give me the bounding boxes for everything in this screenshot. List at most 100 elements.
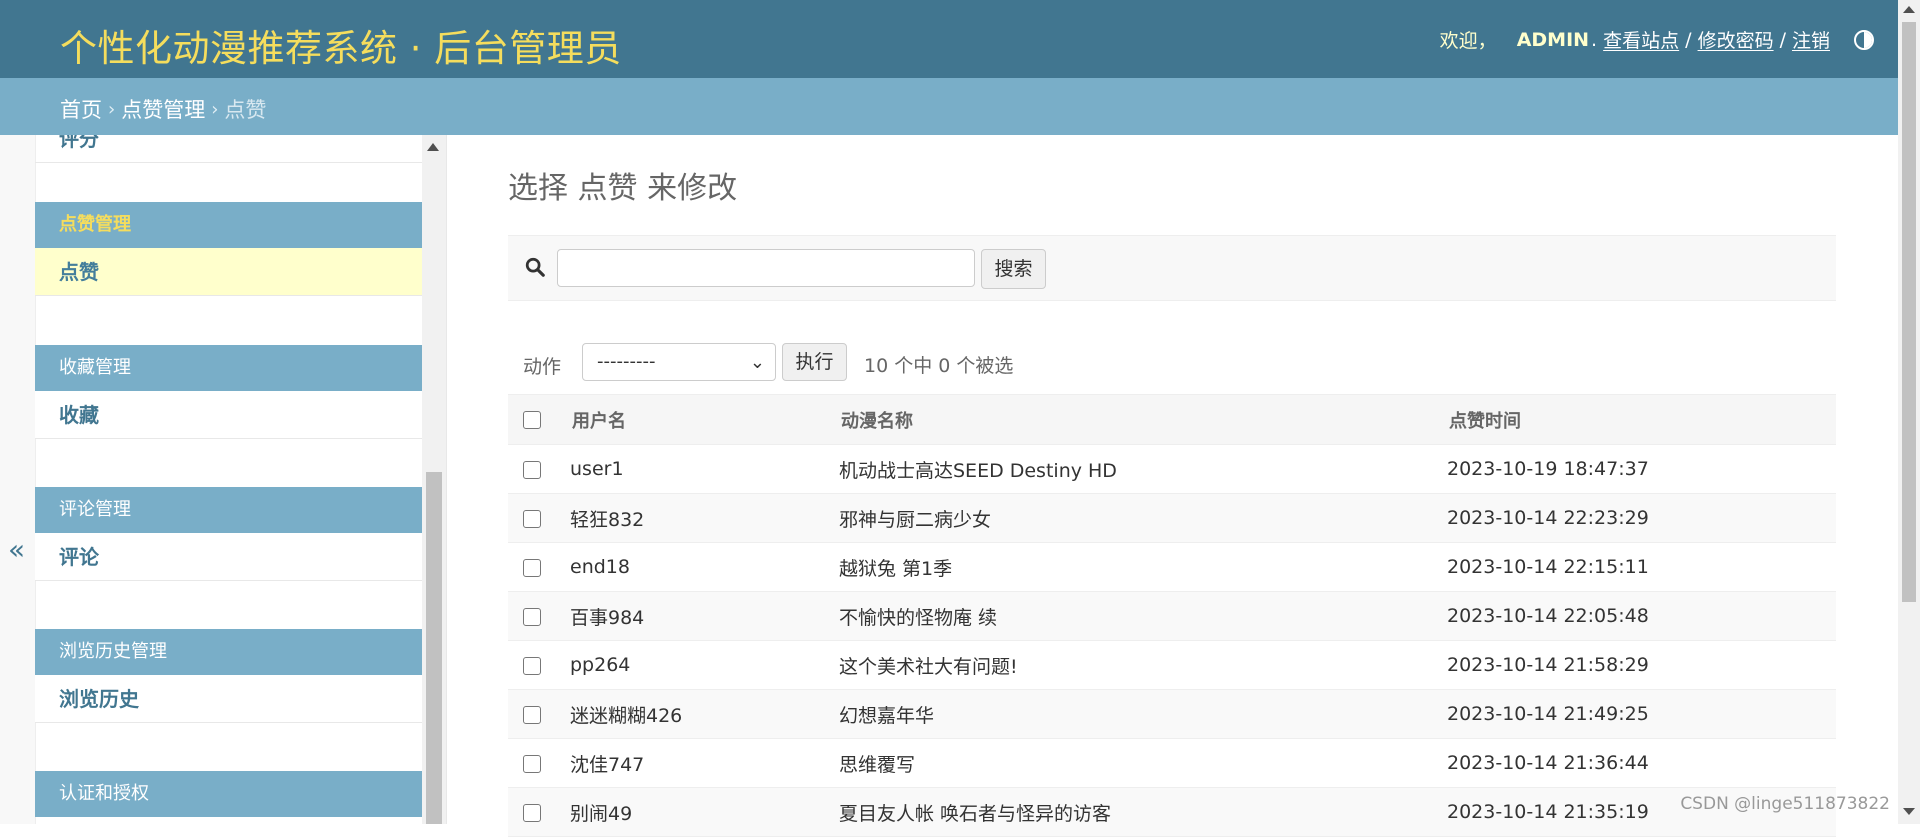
selection-counter: 10 个中 0 个被选 [864,355,1014,377]
cell-time: 2023-10-19 18:47:37 [1447,444,1836,494]
action-select[interactable]: --------- ⌄ [582,343,776,381]
module-caption-likes[interactable]: 点赞管理 [35,202,422,248]
page-scrollbar-thumb[interactable] [1902,22,1916,602]
module-caption-favorites[interactable]: 收藏管理 [35,345,422,391]
result-list: 用户名 动漫名称 点赞时间 user1 机动战士高达SEED Destiny H… [508,394,1836,837]
row-select-cell [508,738,570,788]
cell-time: 2023-10-14 22:15:11 [1447,542,1836,592]
cell-time: 2023-10-14 21:49:25 [1447,689,1836,739]
row-checkbox[interactable] [523,509,541,528]
module-caption-comments[interactable]: 评论管理 [35,487,422,533]
column-header-time[interactable]: 点赞时间 [1447,394,1836,445]
main-content: 选择 点赞 来修改 搜索 动作 --------- ⌄ 执行 10 个中 0 个… [508,135,1836,837]
row-checkbox[interactable] [523,803,541,822]
cell-user[interactable]: 轻狂832 [570,493,839,543]
scroll-up-arrow-icon[interactable] [1903,6,1915,13]
scroll-up-arrow-icon[interactable] [427,143,439,151]
change-password-link[interactable]: 修改密码 [1698,26,1774,53]
sidebar-item-favorites[interactable]: 收藏 [35,391,422,439]
row-select-cell [508,444,570,494]
go-button[interactable]: 执行 [782,343,847,381]
cell-user[interactable]: user1 [570,444,839,494]
cell-anime: 不愉快的怪物庵 续 [839,591,1447,641]
sidebar-scrollbar-thumb[interactable] [426,472,442,824]
sidebar-item-likes[interactable]: 点赞 [35,248,422,296]
sidebar-collapse-toggle[interactable]: « [0,135,36,824]
sidebar-item-comments[interactable]: 评论 [35,533,422,581]
page-scrollbar[interactable] [1898,0,1920,824]
table-row: 百事984 不愉快的怪物庵 续 2023-10-14 22:05:48 [508,591,1836,641]
row-select-cell [508,542,570,592]
row-checkbox[interactable] [523,558,541,577]
double-chevron-left-icon[interactable]: « [8,533,25,566]
cell-time: 2023-10-14 22:05:48 [1447,591,1836,641]
cell-user[interactable]: pp264 [570,640,839,690]
row-select-cell [508,493,570,543]
module-favorites: 收藏管理 收藏 [35,345,422,439]
table-row: end18 越狱兔 第1季 2023-10-14 22:15:11 [508,542,1836,592]
table-header-row: 用户名 动漫名称 点赞时间 [508,394,1836,445]
username: ADMIN [1516,28,1590,51]
logout-link[interactable]: 注销 [1792,26,1830,53]
breadcrumb-separator: › [211,98,219,120]
cell-anime: 幻想嘉年华 [839,689,1447,739]
module-comments: 评论管理 评论 [35,487,422,581]
results-table: 用户名 动漫名称 点赞时间 user1 机动战士高达SEED Destiny H… [508,394,1836,837]
breadcrumb-app[interactable]: 点赞管理 [121,94,205,124]
cell-time: 2023-10-14 21:36:44 [1447,738,1836,788]
cell-anime: 越狱兔 第1季 [839,542,1447,592]
module-auth: 认证和授权 [35,771,422,817]
actions-bar: 动作 --------- ⌄ 执行 10 个中 0 个被选 [508,343,1836,383]
column-header-anime[interactable]: 动漫名称 [839,394,1447,445]
select-all-checkbox[interactable] [523,411,541,429]
row-select-cell [508,689,570,739]
welcome-text: 欢迎， [1439,30,1497,52]
cell-user[interactable]: end18 [570,542,839,592]
cell-user[interactable]: 沈佳747 [570,738,839,788]
cell-anime: 机动战士高达SEED Destiny HD [839,444,1447,494]
row-select-cell [508,640,570,690]
cell-anime: 思维覆写 [839,738,1447,788]
cell-anime: 夏目友人帐 唤石者与怪异的访客 [839,787,1447,837]
row-checkbox[interactable] [523,656,541,675]
row-checkbox[interactable] [523,607,541,626]
site-header: 个性化动漫推荐系统 · 后台管理员 欢迎， ADMIN . 查看站点 / 修改密… [0,0,1898,78]
module-likes: 点赞管理 点赞 [35,202,422,296]
sidebar-item-history[interactable]: 浏览历史 [35,675,422,723]
separator: / [1779,28,1786,51]
column-header-user[interactable]: 用户名 [570,394,839,445]
sidebar-item-rating[interactable]: 评分 [35,135,422,163]
sidebar-scrollbar[interactable] [422,135,446,824]
separator: / [1685,28,1692,51]
search-icon [525,257,545,277]
site-brand[interactable]: 个性化动漫推荐系统 · 后台管理员 [60,18,622,72]
cell-user[interactable]: 别闹49 [570,787,839,837]
watermark: CSDN @linge511873822 [1680,794,1890,814]
cell-user[interactable]: 百事984 [570,591,839,641]
scroll-down-arrow-icon[interactable] [1903,808,1915,815]
view-site-link[interactable]: 查看站点 [1603,26,1679,53]
search-input[interactable] [557,249,975,287]
row-select-cell [508,591,570,641]
module-history: 浏览历史管理 浏览历史 [35,629,422,723]
table-row: 别闹49 夏目友人帐 唤石者与怪异的访客 2023-10-14 21:35:19 [508,787,1836,837]
chevron-down-icon: ⌄ [749,352,765,373]
module-caption-auth[interactable]: 认证和授权 [35,771,422,817]
search-button[interactable]: 搜索 [981,249,1046,289]
divider [446,135,447,824]
breadcrumb-home[interactable]: 首页 [60,94,102,124]
user-tools: 欢迎， ADMIN . 查看站点 / 修改密码 / 注销 [1440,26,1874,53]
page-title: 选择 点赞 来修改 [508,171,738,206]
breadcrumb: 首页 › 点赞管理 › 点赞 [0,78,1898,135]
row-select-cell [508,787,570,837]
theme-toggle-icon[interactable] [1854,29,1874,50]
row-checkbox[interactable] [523,460,541,479]
module-caption-history[interactable]: 浏览历史管理 [35,629,422,675]
cell-user[interactable]: 迷迷糊糊426 [570,689,839,739]
row-checkbox[interactable] [523,705,541,724]
cell-time: 2023-10-14 22:23:29 [1447,493,1836,543]
row-checkbox[interactable] [523,754,541,773]
nav-sidebar: 评分 点赞管理 点赞 收藏管理 收藏 评论管理 评论 浏览历史管理 浏览历史 认… [35,135,422,824]
breadcrumb-current: 点赞 [224,98,267,122]
table-row: 迷迷糊糊426 幻想嘉年华 2023-10-14 21:49:25 [508,689,1836,739]
